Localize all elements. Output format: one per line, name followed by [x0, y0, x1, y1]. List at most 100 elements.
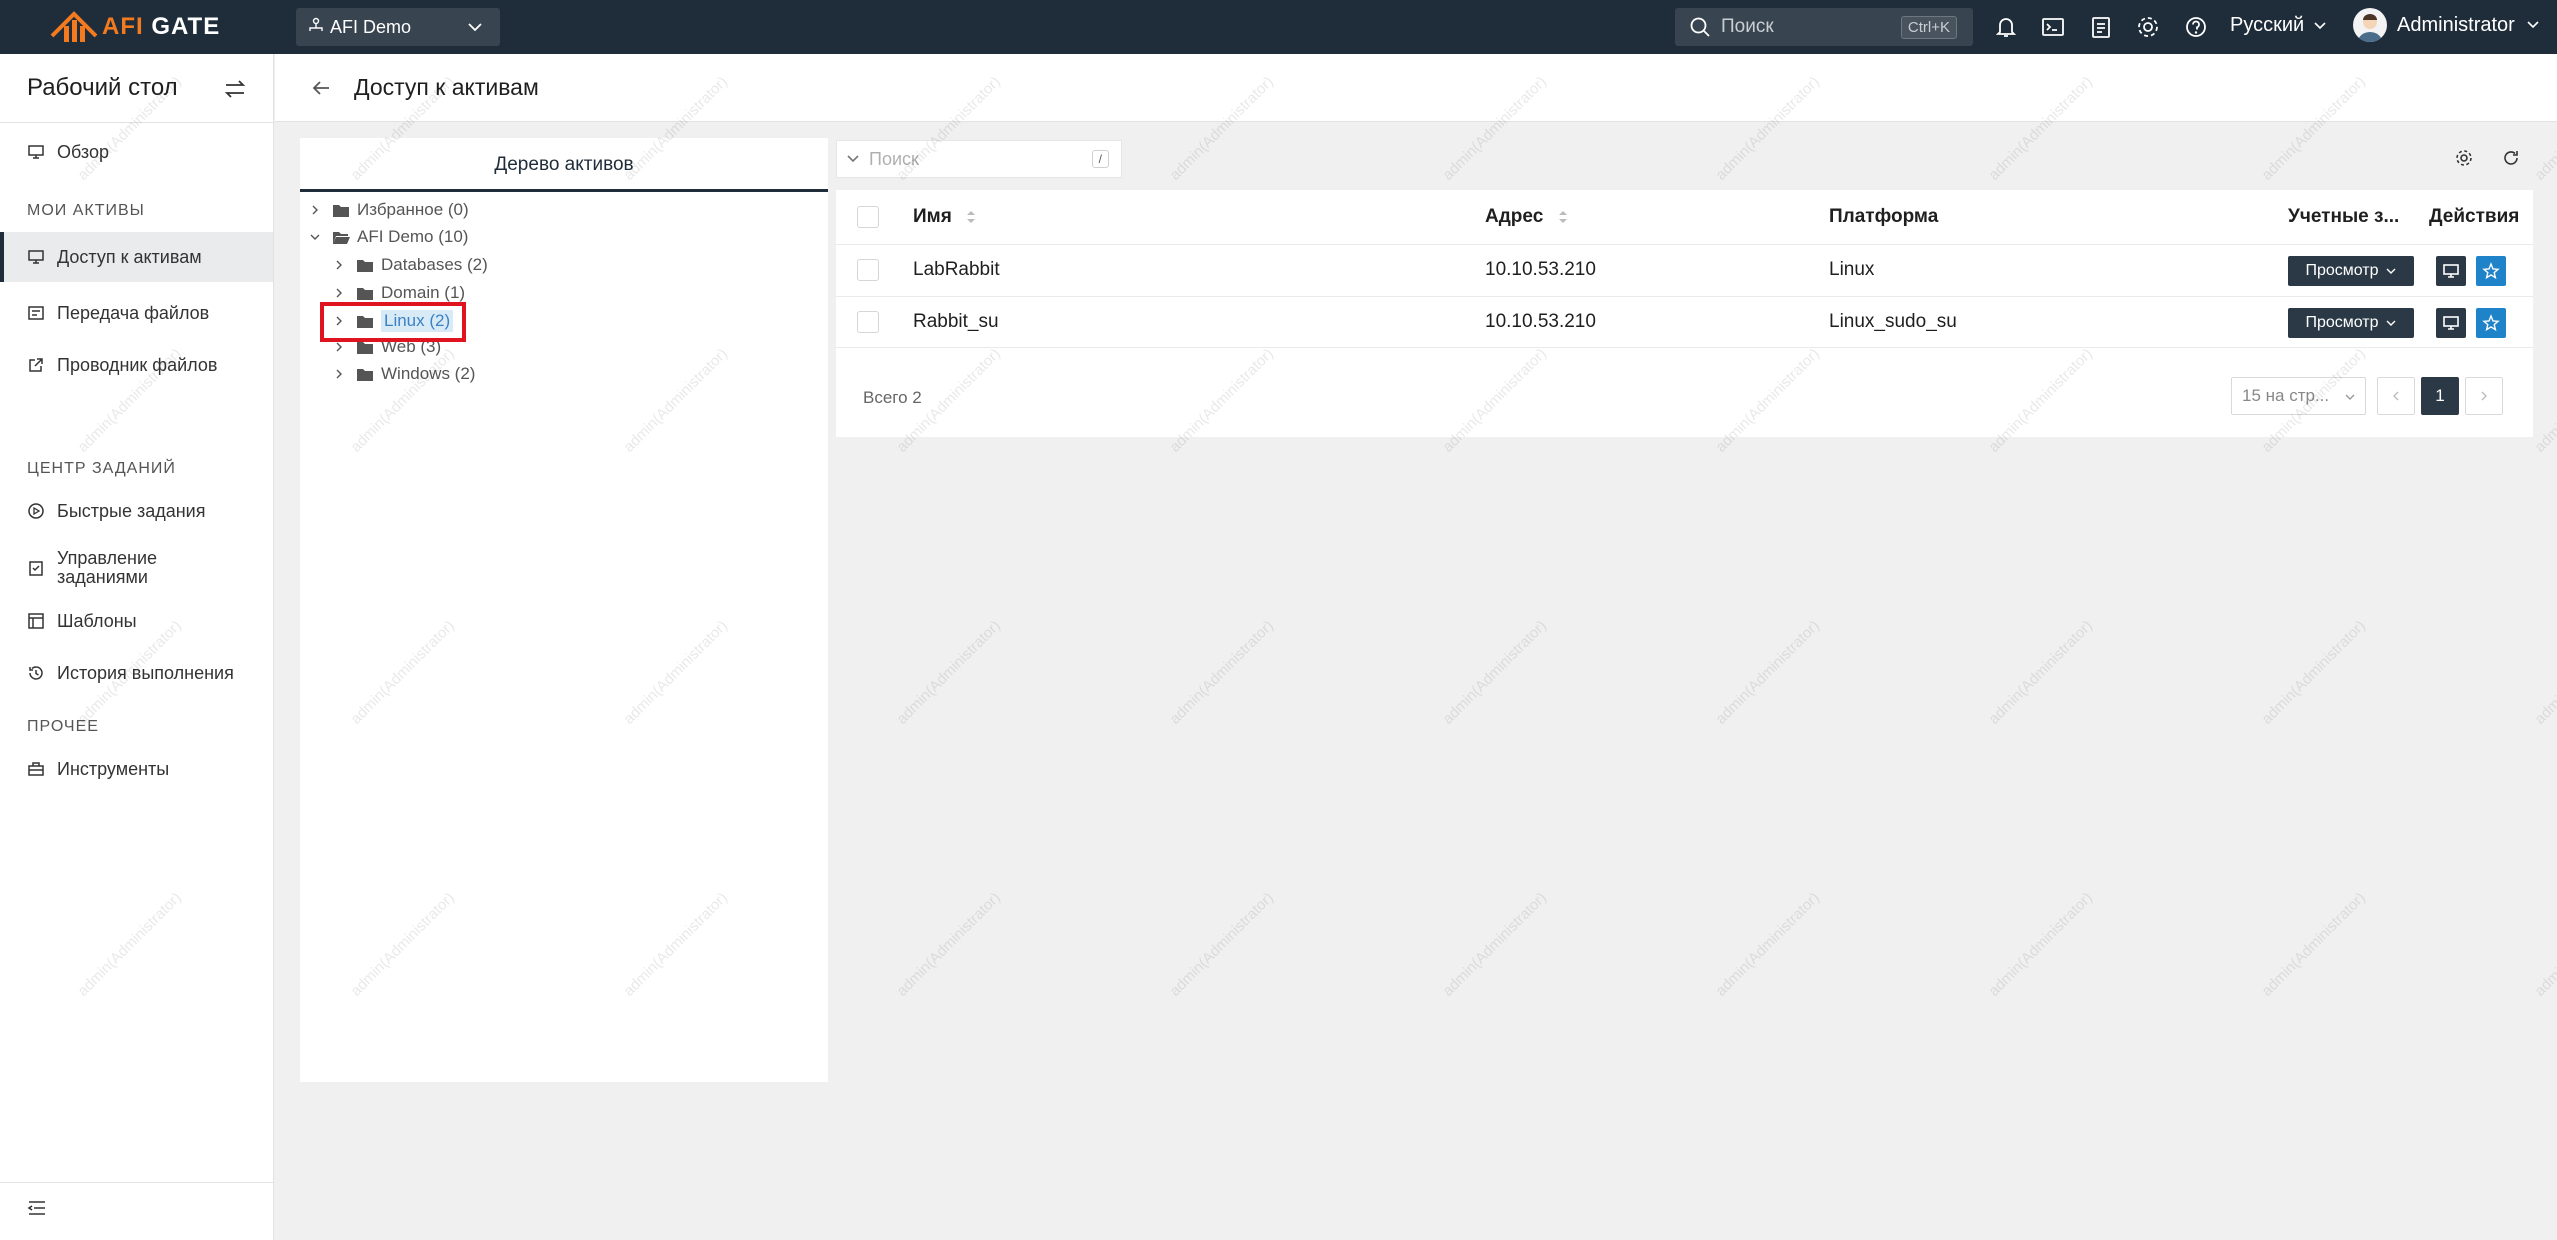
- user-name: Administrator: [2397, 13, 2515, 36]
- folder-icon: [357, 287, 373, 300]
- next-page-button[interactable]: [2465, 377, 2503, 415]
- cell-name[interactable]: LabRabbit: [913, 259, 1000, 281]
- select-all-checkbox[interactable]: [857, 206, 879, 228]
- checklist-icon: [29, 561, 43, 576]
- sidebar-divider: [0, 1182, 273, 1183]
- search-icon: [1690, 17, 1710, 37]
- column-header-name[interactable]: Имя: [913, 206, 977, 228]
- sidebar-item-history[interactable]: История выполнения: [0, 648, 273, 698]
- sort-icon[interactable]: [965, 208, 977, 226]
- organization-icon: [308, 17, 324, 38]
- chevron-down-icon: [2314, 21, 2326, 29]
- asset-search-input[interactable]: Поиск /: [836, 140, 1122, 178]
- watermark-text: admin(Administrator): [2531, 889, 2557, 1000]
- row-checkbox[interactable]: [857, 259, 879, 281]
- top-bar: AFI GATE AFI Demo Поиск Ctrl+K Русский A…: [0, 0, 2557, 54]
- chevron-right-icon[interactable]: [332, 258, 346, 272]
- tree-node-label: AFI Demo (10): [357, 227, 469, 246]
- sidebar-item-file-transfer[interactable]: Передача файлов: [0, 288, 273, 338]
- logo-icon: [50, 11, 98, 42]
- terminal-icon[interactable]: [2040, 14, 2066, 40]
- star-icon: [2482, 314, 2500, 332]
- cell-name[interactable]: Rabbit_su: [913, 311, 999, 333]
- chevron-right-icon[interactable]: [332, 286, 346, 300]
- settings-icon[interactable]: [2454, 148, 2474, 168]
- clipboard-icon[interactable]: [2088, 14, 2114, 40]
- sidebar-title: Рабочий стол: [27, 74, 178, 101]
- refresh-icon[interactable]: [2501, 148, 2521, 168]
- monitor-icon: [2443, 316, 2459, 330]
- watermark-text: admin(Administrator): [1166, 617, 1277, 728]
- prev-page-button[interactable]: [2377, 377, 2415, 415]
- watermark-text: admin(Administrator): [1985, 617, 2096, 728]
- language-select[interactable]: Русский: [2230, 14, 2328, 37]
- sidebar-item-task-management[interactable]: Управление заданиями: [0, 538, 273, 598]
- sidebar-item-label: Передача файлов: [57, 302, 210, 323]
- logo[interactable]: AFI GATE: [50, 10, 220, 44]
- gear-icon[interactable]: [2135, 14, 2161, 40]
- view-accounts-button[interactable]: Просмотр: [2288, 256, 2414, 286]
- tree-node-afi-demo[interactable]: AFI Demo (10): [308, 227, 468, 247]
- back-arrow-icon[interactable]: [309, 76, 333, 100]
- page-size-select[interactable]: 15 на стр...: [2231, 377, 2366, 415]
- sidebar-item-asset-access[interactable]: Доступ к активам: [0, 232, 273, 282]
- tree-node-favorites[interactable]: Избранное (0): [308, 200, 469, 220]
- page-button-current[interactable]: 1: [2421, 377, 2459, 415]
- sidebar: Рабочий стол Обзор МОИ АКТИВЫ Доступ к а…: [0, 54, 274, 1240]
- sidebar-item-quick-tasks[interactable]: Быстрые задания: [0, 486, 273, 536]
- sidebar-group-my-assets: МОИ АКТИВЫ: [27, 202, 145, 219]
- bell-icon[interactable]: [1993, 14, 2019, 40]
- row-checkbox[interactable]: [857, 311, 879, 333]
- watermark-text: admin(Administrator): [2531, 345, 2557, 456]
- favorite-button[interactable]: [2476, 256, 2506, 286]
- sidebar-item-label: Проводник файлов: [57, 354, 218, 375]
- organization-select[interactable]: AFI Demo: [296, 8, 500, 46]
- folder-icon: [357, 259, 373, 272]
- chevron-down-icon[interactable]: [308, 230, 322, 244]
- assets-table: Имя Адрес Платформа Учетные з... Действи…: [836, 190, 2533, 437]
- sidebar-item-tools[interactable]: Инструменты: [0, 744, 273, 794]
- sidebar-item-overview[interactable]: Обзор: [0, 132, 273, 172]
- avatar: [2353, 8, 2387, 42]
- file-transfer-icon: [28, 306, 44, 320]
- monitor-icon: [2443, 264, 2459, 278]
- tree-node-label: Databases (2): [381, 255, 488, 274]
- watermark-text: admin(Administrator): [893, 617, 1004, 728]
- sort-icon[interactable]: [1557, 208, 1569, 226]
- sidebar-item-file-explorer[interactable]: Проводник файлов: [0, 340, 273, 390]
- chevron-right-icon[interactable]: [308, 203, 322, 217]
- tree-node-label: Windows (2): [381, 364, 476, 383]
- watermark-text: admin(Administrator): [1166, 889, 1277, 1000]
- sidebar-item-label: Обзор: [57, 141, 109, 162]
- monitor-icon: [28, 250, 44, 264]
- watermark-text: admin(Administrator): [1712, 617, 1823, 728]
- cell-address: 10.10.53.210: [1485, 311, 1596, 332]
- chevron-down-icon[interactable]: [845, 151, 861, 167]
- help-icon[interactable]: [2183, 14, 2209, 40]
- cell-address: 10.10.53.210: [1485, 259, 1596, 280]
- sidebar-item-label: Доступ к активам: [57, 246, 202, 267]
- connect-button[interactable]: [2436, 256, 2466, 286]
- user-menu[interactable]: Administrator: [2353, 8, 2541, 42]
- collapse-menu-icon[interactable]: [27, 1198, 47, 1218]
- chevron-right-icon[interactable]: [332, 340, 346, 354]
- tree-node-databases[interactable]: Databases (2): [332, 255, 488, 275]
- folder-open-icon: [333, 231, 350, 244]
- switch-view-icon[interactable]: [222, 76, 248, 102]
- cell-platform: Linux_sudo_su: [1829, 311, 1957, 332]
- chevron-right-icon[interactable]: [332, 367, 346, 381]
- column-header-address[interactable]: Адрес: [1485, 206, 1569, 228]
- tree-node-windows[interactable]: Windows (2): [332, 364, 475, 384]
- global-search-input[interactable]: Поиск Ctrl+K: [1675, 8, 1973, 46]
- tree-node-domain[interactable]: Domain (1): [332, 283, 465, 303]
- chevron-left-icon: [2393, 391, 2399, 401]
- favorite-button[interactable]: [2476, 308, 2506, 338]
- tab-asset-tree[interactable]: Дерево активов: [300, 138, 828, 192]
- row-divider: [836, 347, 2533, 348]
- sidebar-item-label: Быстрые задания: [57, 500, 206, 521]
- view-accounts-button[interactable]: Просмотр: [2288, 308, 2414, 338]
- cell-platform: Linux: [1829, 259, 1875, 280]
- sidebar-item-templates[interactable]: Шаблоны: [0, 596, 273, 646]
- connect-button[interactable]: [2436, 308, 2466, 338]
- search-shortcut: /: [1091, 150, 1109, 168]
